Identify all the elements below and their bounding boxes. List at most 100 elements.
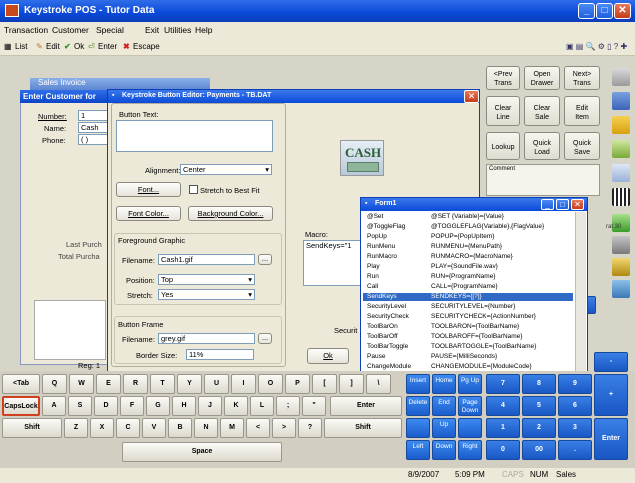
nav-key-1-0[interactable]: Delete: [406, 396, 430, 416]
close-button[interactable]: ✕: [614, 3, 631, 19]
nav-key-3-1[interactable]: Down: [432, 440, 456, 460]
position-select[interactable]: Top ▾: [158, 274, 255, 285]
numpad-key-0-1[interactable]: 8: [522, 374, 556, 394]
key-4[interactable]: R: [123, 374, 148, 394]
minimize-button[interactable]: _: [578, 3, 595, 19]
toolbar-edit[interactable]: Edit: [46, 42, 60, 51]
nav-key-1-1[interactable]: End: [432, 396, 456, 416]
prev-trans-button[interactable]: <Prev Trans: [486, 66, 520, 90]
tab-key[interactable]: <Tab: [2, 374, 40, 394]
key-row2-10[interactable]: ;: [276, 396, 300, 416]
key-2[interactable]: W: [69, 374, 94, 394]
key-row2-3[interactable]: D: [94, 396, 118, 416]
form1-minimize-button[interactable]: _: [541, 199, 554, 210]
enter-key[interactable]: Enter: [330, 396, 402, 416]
key-row3-9[interactable]: >: [272, 418, 296, 438]
toolbar-enter[interactable]: Enter: [98, 42, 117, 51]
numpad-key-2-0[interactable]: 1: [486, 418, 520, 438]
toolbar-right-icons[interactable]: ▣ ▤ 🔍 ⚙ ▯ ? ✚: [566, 42, 627, 51]
key-row2-5[interactable]: G: [146, 396, 170, 416]
name-field[interactable]: Cash: [78, 122, 108, 133]
form1-maximize-button[interactable]: □: [556, 199, 569, 210]
key-row3-10[interactable]: ?: [298, 418, 322, 438]
chevron-down-icon[interactable]: ▾: [248, 275, 252, 284]
nav-key-0-2[interactable]: Pg Up: [458, 374, 482, 394]
key-10[interactable]: P: [285, 374, 310, 394]
key-7[interactable]: U: [204, 374, 229, 394]
tag-icon[interactable]: [612, 258, 630, 276]
numpad-key-1-0[interactable]: 4: [486, 396, 520, 416]
phone-field[interactable]: ( ): [78, 134, 108, 145]
key-row2-8[interactable]: K: [224, 396, 248, 416]
edit-item-button[interactable]: Edit Item: [564, 96, 600, 126]
key-13[interactable]: \: [366, 374, 391, 394]
key-8[interactable]: I: [231, 374, 256, 394]
key-1[interactable]: Q: [42, 374, 67, 394]
menu-special[interactable]: Special: [96, 25, 124, 35]
macro-field[interactable]: SendKeys="1: [303, 240, 363, 286]
menu-exit[interactable]: Exit: [145, 25, 159, 35]
quick-load-button[interactable]: Quick Load: [524, 132, 560, 160]
key-row2-4[interactable]: F: [120, 396, 144, 416]
numpad-key-3-0[interactable]: 0: [486, 440, 520, 460]
numpad-key-1-1[interactable]: 5: [522, 396, 556, 416]
toolbar-ok[interactable]: Ok: [74, 42, 84, 51]
macro-command-row[interactable]: ChangeModule CHANGEMODULE={ModuleCode}: [363, 363, 573, 371]
alignment-select[interactable]: Center ▾: [180, 164, 272, 175]
nav-key-1-2[interactable]: Page Down: [458, 396, 482, 416]
key-5[interactable]: T: [150, 374, 175, 394]
form1-close-button[interactable]: ✕: [571, 199, 584, 210]
clear-sale-button[interactable]: Clear Sale: [524, 96, 560, 126]
capslock-key[interactable]: CapsLock: [2, 396, 40, 416]
numpad-key-0-2[interactable]: 9: [558, 374, 592, 394]
scissors-icon[interactable]: [612, 236, 630, 254]
clear-line-button[interactable]: Clear Line: [486, 96, 520, 126]
nav-key-3-2[interactable]: Right: [458, 440, 482, 460]
numpad-key-3-1[interactable]: 00: [522, 440, 556, 460]
dollar-icon[interactable]: [612, 116, 630, 134]
nav-key-3-0[interactable]: Left: [406, 440, 430, 460]
macro-command-row[interactable]: Call CALL={ProgramName}: [363, 283, 573, 291]
key-row3-6[interactable]: N: [194, 418, 218, 438]
invoice-grid[interactable]: [34, 300, 106, 360]
transfer-icon[interactable]: [612, 280, 630, 298]
macro-command-row[interactable]: ToolBarToggle TOOLBARTOGGLE={ToolBarName}: [363, 343, 573, 351]
key-row2-2[interactable]: S: [68, 396, 92, 416]
key-6[interactable]: Y: [177, 374, 202, 394]
menu-transaction[interactable]: Transaction: [4, 25, 48, 35]
stretch-select[interactable]: Yes ▾: [158, 289, 255, 300]
key-row2-9[interactable]: L: [250, 396, 274, 416]
macro-command-row[interactable]: RunMacro RUNMACRO={MacroName}: [363, 253, 573, 261]
key-row2-7[interactable]: J: [198, 396, 222, 416]
enter-icon[interactable]: ⏎: [88, 42, 95, 51]
open-drawer-button[interactable]: Open Drawer: [524, 66, 560, 90]
macro-command-row[interactable]: Run RUN={ProgramName}: [363, 273, 573, 281]
numpad-plus-key[interactable]: +: [594, 374, 628, 416]
space-key[interactable]: Space: [122, 442, 282, 462]
key-row3-2[interactable]: X: [90, 418, 114, 438]
macro-command-row[interactable]: @Set @SET {Variable}={Value}: [363, 213, 573, 221]
nav-key-0-0[interactable]: Insert: [406, 374, 430, 394]
key-row3-3[interactable]: C: [116, 418, 140, 438]
table-icon[interactable]: [612, 164, 630, 182]
macro-command-row[interactable]: Pause PAUSE={MilliSeconds}: [363, 353, 573, 361]
numpad-minus-key[interactable]: -: [594, 352, 628, 372]
key-row3-5[interactable]: B: [168, 418, 192, 438]
browse-frame-button[interactable]: ...: [258, 333, 272, 344]
key-row2-1[interactable]: A: [42, 396, 66, 416]
macro-command-row[interactable]: @ToggleFlag @TOGGLEFLAG{Variable},{FlagVa…: [363, 223, 573, 231]
quick-save-button[interactable]: Quick Save: [564, 132, 600, 160]
key-11[interactable]: [: [312, 374, 337, 394]
browse-graphic-button[interactable]: ...: [258, 254, 272, 265]
border-size-field[interactable]: 11%: [186, 349, 254, 360]
numpad-enter-key[interactable]: Enter: [594, 418, 628, 460]
maximize-button[interactable]: □: [596, 3, 613, 19]
key-row3-8[interactable]: <: [246, 418, 270, 438]
ok-button[interactable]: Ok: [307, 348, 349, 364]
numpad-key-2-1[interactable]: 2: [522, 418, 556, 438]
chevron-down-icon[interactable]: ▾: [248, 290, 252, 299]
macro-command-row[interactable]: SendKeys SENDKEYS={[?]}: [363, 293, 573, 301]
numpad-key-0-0[interactable]: 7: [486, 374, 520, 394]
toolbar-escape[interactable]: Escape: [133, 42, 160, 51]
escape-icon[interactable]: ✖: [123, 42, 130, 51]
